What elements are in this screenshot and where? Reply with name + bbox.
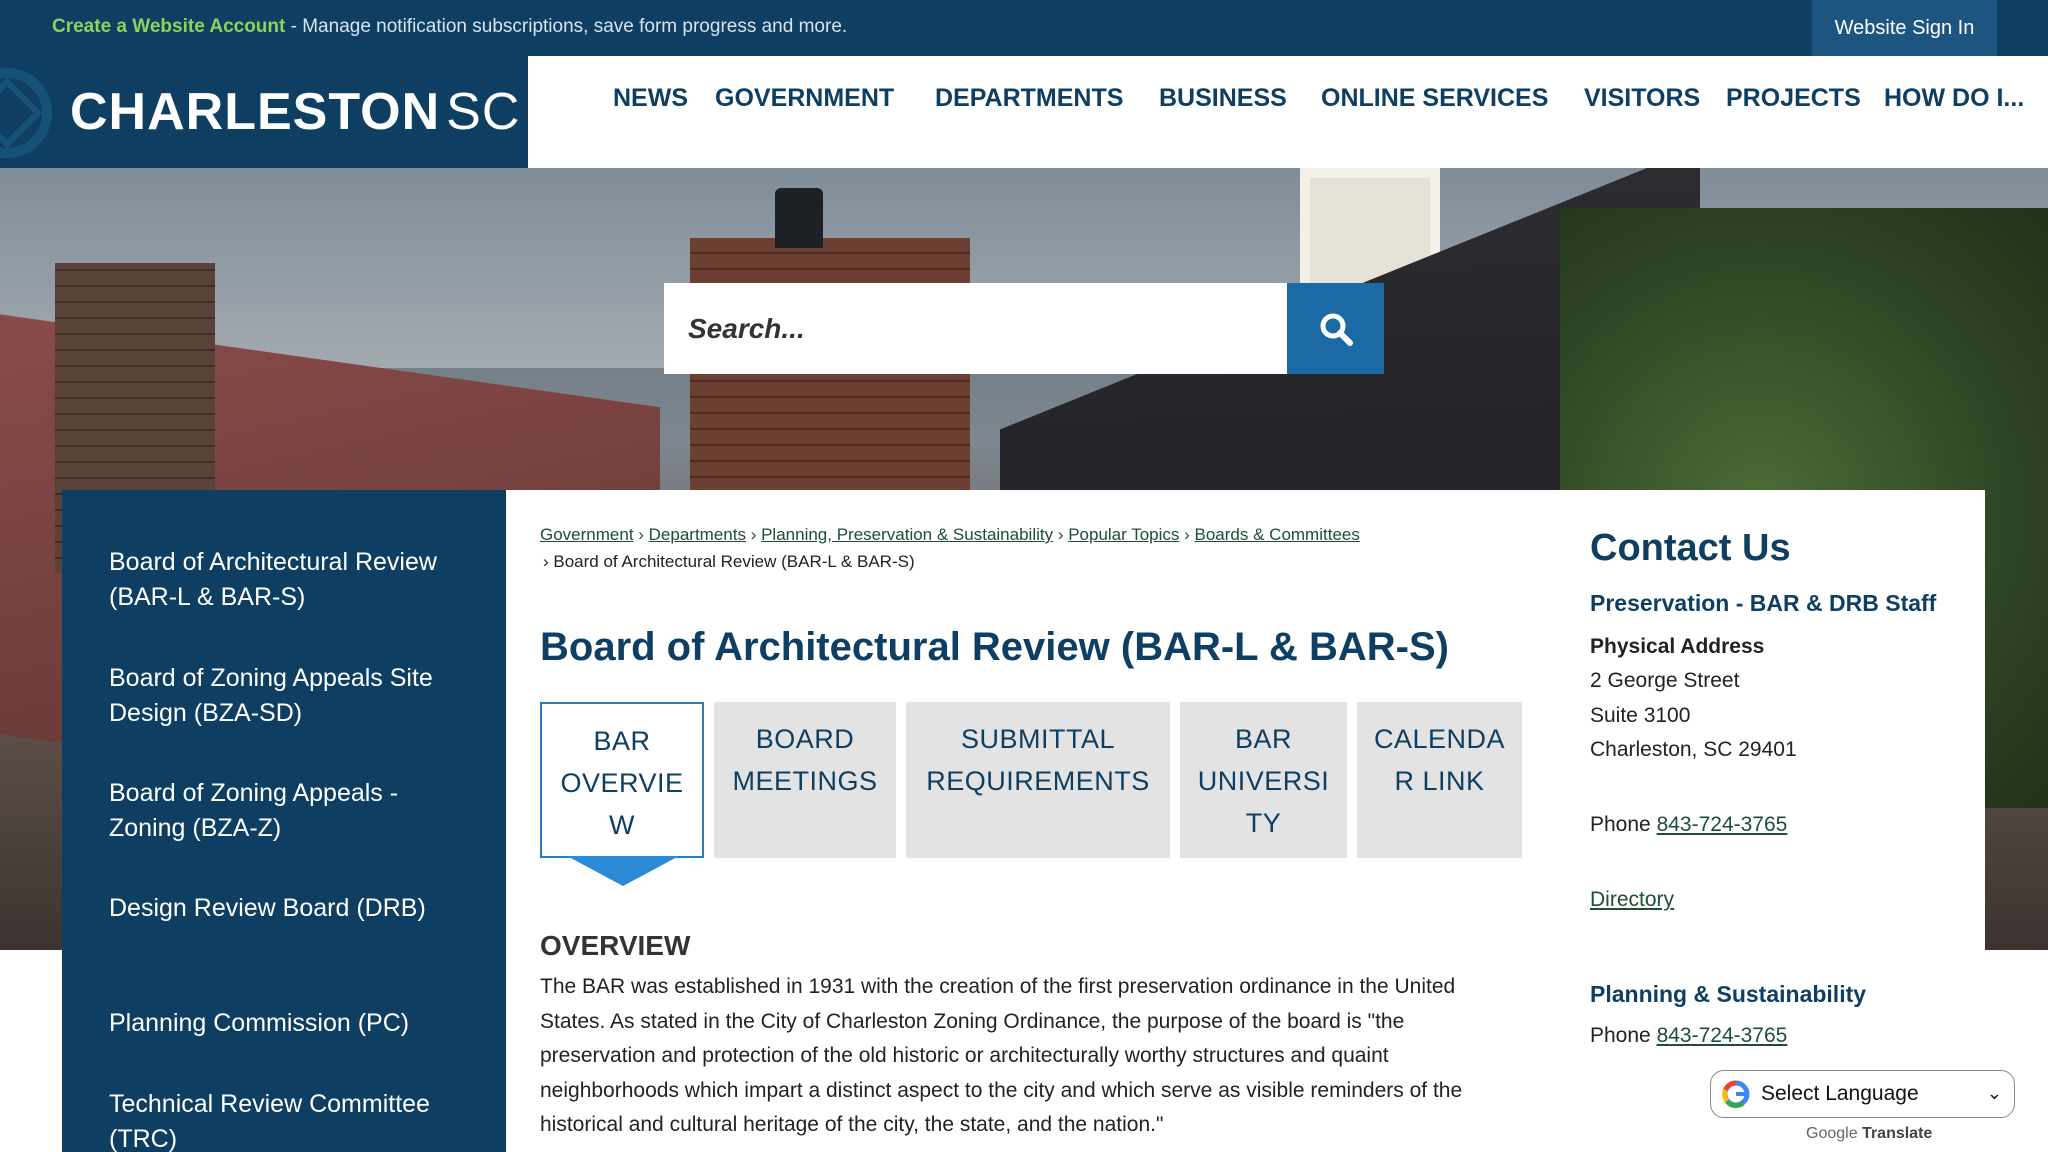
contact-phone2-row: Phone 843-724-3765 <box>1590 1024 1787 1048</box>
breadcrumb-government[interactable]: Government <box>540 525 634 544</box>
logo-suffix: SC <box>446 83 521 141</box>
contact-address-line2: Suite 3100 <box>1590 704 1691 727</box>
tab-calendar-link[interactable]: CALENDA R LINK <box>1357 702 1522 858</box>
search-input[interactable] <box>664 283 1288 374</box>
nav-business[interactable]: BUSINESS <box>1159 84 1287 113</box>
sidebar-item-bza-sd[interactable]: Board of Zoning Appeals Site Design (BZA… <box>109 661 469 731</box>
nav-online-services[interactable]: ONLINE SERVICES <box>1321 84 1548 113</box>
breadcrumb-planning[interactable]: Planning, Preservation & Sustainability <box>761 525 1053 544</box>
logo-text: CHARLESTON SC <box>70 82 520 142</box>
translate-wordmark: Translate <box>1862 1125 1933 1142</box>
google-wordmark: Google <box>1806 1125 1858 1142</box>
tab-label: SUBMITTAL REQUIREMENTS <box>926 724 1150 796</box>
sidebar-item-bar[interactable]: Board of Architectural Review (BAR-L & B… <box>109 545 469 615</box>
breadcrumb-popular-topics[interactable]: Popular Topics <box>1068 525 1179 544</box>
breadcrumb-current: Board of Architectural Review (BAR-L & B… <box>553 552 915 571</box>
sidebar-item-drb[interactable]: Design Review Board (DRB) <box>109 891 469 926</box>
contact-phone-link[interactable]: 843-724-3765 <box>1657 813 1788 836</box>
contact-address-line3: Charleston, SC 29401 <box>1590 738 1797 761</box>
tab-label: BAR UNIVERSI TY <box>1197 724 1330 838</box>
contact-phone2-label: Phone <box>1590 1024 1657 1047</box>
page-title: Board of Architectural Review (BAR-L & B… <box>540 625 1449 669</box>
contact-group-planning: Planning & Sustainability <box>1590 981 1867 1007</box>
language-select-label: Select Language <box>1761 1082 1919 1105</box>
create-account-notice: Create a Website Account - Manage notifi… <box>52 16 847 38</box>
chevron-down-icon: ⌄ <box>1986 1083 2002 1103</box>
overview-paragraph: The BAR was established in 1931 with the… <box>540 975 1463 1136</box>
logo-main: CHARLESTON <box>70 83 441 141</box>
tab-label: BOARD MEETINGS <box>732 724 878 796</box>
language-select[interactable]: Select Language ⌄ <box>1710 1070 2015 1118</box>
powered-by-google-translate[interactable]: Google Translate <box>1806 1125 1932 1143</box>
breadcrumb-departments[interactable]: Departments <box>649 525 746 544</box>
tab-bar-university[interactable]: BAR UNIVERSI TY <box>1180 702 1347 858</box>
create-account-link[interactable]: Create a Website Account <box>52 16 285 37</box>
active-tab-pointer <box>567 856 679 886</box>
contact-group-preservation: Preservation - BAR & DRB Staff <box>1590 590 1937 616</box>
nav-departments[interactable]: DEPARTMENTS <box>935 84 1123 113</box>
sidebar-item-bza-z[interactable]: Board of Zoning Appeals - Zoning (BZA-Z) <box>109 776 469 846</box>
search-icon <box>1320 313 1353 346</box>
contact-address-label: Physical Address <box>1590 635 1765 658</box>
breadcrumb: Government › Departments › Planning, Pre… <box>540 525 1360 544</box>
google-g-icon <box>1722 1080 1750 1109</box>
overview-heading: OVERVIEW <box>540 930 691 961</box>
utility-bar: Create a Website Account - Manage notifi… <box>0 0 2048 56</box>
nav-how-do-i[interactable]: HOW DO I... <box>1884 84 2024 113</box>
sidebar-item-pc[interactable]: Planning Commission (PC) <box>109 1006 469 1041</box>
nav-visitors[interactable]: VISITORS <box>1584 84 1700 113</box>
tab-bar-overview[interactable]: BAR OVERVIE W <box>540 702 704 858</box>
contact-directory-row: Directory <box>1590 888 1674 912</box>
tab-submittal-requirements[interactable]: SUBMITTAL REQUIREMENTS <box>906 702 1170 858</box>
nav-projects[interactable]: PROJECTS <box>1726 84 1861 113</box>
tab-label: BAR OVERVIE W <box>560 726 684 840</box>
sidebar-navigation: Board of Architectural Review (BAR-L & B… <box>62 490 506 1152</box>
tab-board-meetings[interactable]: BOARD MEETINGS <box>714 702 896 858</box>
contact-directory-link[interactable]: Directory <box>1590 888 1674 911</box>
nav-news[interactable]: NEWS <box>613 84 688 113</box>
website-sign-in-button[interactable]: Website Sign In <box>1812 0 1997 56</box>
site-logo[interactable]: CHARLESTON SC <box>0 56 528 168</box>
contact-phone-row: Phone 843-724-3765 <box>1590 813 1787 837</box>
contact-address-line1: 2 George Street <box>1590 669 1740 692</box>
breadcrumb-current-row: › Board of Architectural Review (BAR-L &… <box>543 552 915 571</box>
tab-label: CALENDA R LINK <box>1373 724 1506 796</box>
search-button[interactable] <box>1287 283 1384 374</box>
nav-government[interactable]: GOVERNMENT <box>715 84 894 113</box>
create-account-text: - Manage notification subscriptions, sav… <box>285 16 848 37</box>
sidebar-item-trc[interactable]: Technical Review Committee (TRC) <box>109 1087 469 1152</box>
contact-phone2-link[interactable]: 843-724-3765 <box>1657 1024 1788 1047</box>
contact-phone-label: Phone <box>1590 813 1657 836</box>
hero-vent-pipe <box>775 188 823 248</box>
breadcrumb-boards-committees[interactable]: Boards & Committees <box>1195 525 1360 544</box>
contact-title: Contact Us <box>1590 527 1791 569</box>
